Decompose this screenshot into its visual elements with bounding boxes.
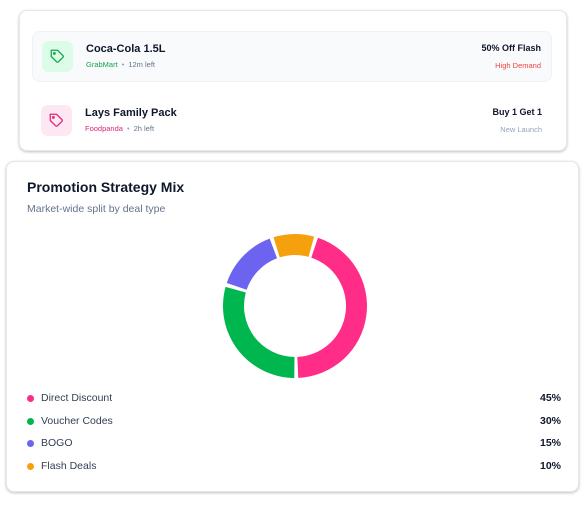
legend-value: 15% (539, 437, 561, 450)
legend-label: Voucher Codes (41, 414, 113, 427)
legend-dot (27, 395, 34, 402)
deal-row-lays[interactable]: Lays Family Pack Foodpanda • 2h left Buy 1… (32, 96, 552, 146)
deal-offer: Buy 1 Get 1 (492, 107, 542, 117)
legend-value: 30% (539, 414, 561, 427)
donut-slice-direct-discount[interactable] (297, 237, 367, 378)
deal-meta: Foodpanda • 2h left (85, 124, 154, 133)
deal-row-coca-cola[interactable]: Coca-Cola 1.5L GrabMart • 12m left 50% Off… (32, 31, 552, 82)
tag-icon (41, 105, 72, 136)
legend-label: Direct Discount (41, 392, 113, 404)
legend-label: Flash Deals (41, 460, 97, 473)
card-title: Promotion Strategy Mix (27, 179, 185, 195)
donut-chart (223, 234, 367, 378)
card-subtitle: Market-wide split by deal type (27, 203, 166, 215)
deal-tag: New Launch (500, 125, 542, 134)
legend-dot (27, 417, 34, 425)
deal-platform: GrabMart (86, 60, 118, 69)
legend-value: 45% (539, 392, 561, 404)
legend-item: Direct Discount 45% (27, 389, 563, 412)
deal-name: Lays Family Pack (85, 107, 177, 119)
legend-value: 10% (539, 460, 561, 473)
deal-meta: GrabMart • 12m left (86, 60, 155, 69)
deal-name: Coca-Cola 1.5L (86, 43, 166, 55)
promotion-strategy-card: Promotion Strategy Mix Market-wide split… (6, 161, 579, 492)
chart-legend: Direct Discount 45% Voucher Codes 30% BOGO 15… (27, 389, 563, 480)
deals-card: Coca-Cola 1.5L GrabMart • 12m left 50% Off… (19, 10, 567, 151)
legend-dot (27, 463, 34, 471)
donut-slice-flash-deals[interactable] (273, 234, 315, 258)
deal-time-left: 12m left (128, 60, 156, 69)
donut-slice-bogo[interactable] (226, 238, 278, 290)
legend-dot (27, 440, 34, 448)
legend-item: Voucher Codes 30% (27, 412, 563, 435)
deal-offer: 50% Off Flash (481, 43, 541, 53)
tag-icon (42, 41, 73, 72)
meta-separator: • (121, 60, 125, 69)
meta-separator: • (126, 124, 130, 133)
deal-time-left: 2h left (133, 124, 155, 133)
legend-item: Flash Deals 10% (27, 457, 563, 480)
legend-item: BOGO 15% (27, 434, 563, 457)
donut-slice-voucher-codes[interactable] (223, 286, 295, 378)
deal-platform: Foodpanda (85, 124, 123, 133)
deal-tag: High Demand (495, 61, 541, 70)
legend-label: BOGO (41, 437, 73, 450)
